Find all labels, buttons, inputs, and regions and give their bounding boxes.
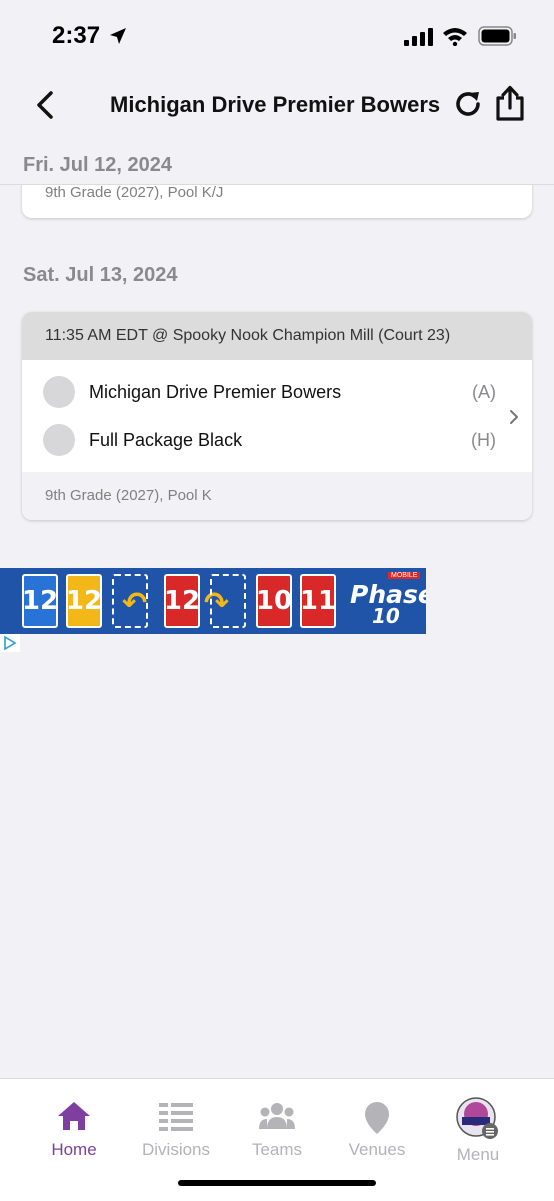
ad-card-tile: 12 (66, 574, 102, 628)
game-division-label: 9th Grade (2027), Pool K/J (45, 184, 224, 201)
refresh-button[interactable] (450, 86, 486, 122)
tab-menu[interactable]: Menu (428, 1079, 528, 1179)
refresh-icon (456, 92, 480, 116)
tab-label: Teams (251, 1140, 303, 1159)
share-button[interactable] (492, 84, 528, 122)
arrow-left-icon: ↶ (122, 586, 148, 621)
tab-label: Home (51, 1140, 97, 1159)
tab-label: Menu (456, 1145, 500, 1164)
adchoices-icon[interactable] (0, 634, 20, 652)
chevron-left-icon (37, 91, 53, 119)
ad-card-tile: 10 (256, 574, 292, 628)
home-indicator (178, 1180, 376, 1186)
date-heading: Fri. Jul 12, 2024 (23, 154, 172, 176)
share-icon (496, 85, 524, 121)
battery-icon (478, 26, 518, 51)
teams-icon (259, 1103, 295, 1129)
team-row-away: Michigan Drive Premier Bowers (A) (22, 368, 532, 416)
tab-label: Venues (348, 1140, 406, 1159)
ad-card-tile: 11 (300, 574, 336, 628)
sticky-date-header: Fri. Jul 12, 2024 (0, 138, 554, 185)
wifi-icon (442, 26, 468, 51)
status-bar: 2:37 (0, 0, 554, 72)
game-footer: 9th Grade (2027), Pool K (22, 472, 532, 520)
game-division-label: 9th Grade (2027), Pool K (45, 487, 212, 504)
date-heading: Sat. Jul 13, 2024 (23, 264, 178, 286)
team-name: Full Package Black (89, 430, 243, 450)
team-row-home: Full Package Black (H) (22, 416, 532, 464)
tab-venues[interactable]: Venues (327, 1079, 427, 1179)
ad-card-slot (210, 574, 246, 628)
showcase-logo-icon (456, 1097, 498, 1139)
home-icon (58, 1102, 90, 1130)
ad-brand-number: 10 (372, 604, 400, 628)
tab-label: Divisions (141, 1140, 211, 1159)
page-title: Michigan Drive Premier Bowers (110, 92, 441, 117)
game-time-venue: 11:35 AM EDT @ Spooky Nook Champion Mill… (45, 327, 451, 344)
team-side-label: (H) (471, 430, 496, 450)
game-time-venue-header: 11:35 AM EDT @ Spooky Nook Champion Mill… (22, 312, 532, 360)
cellular-signal-icon (404, 28, 434, 51)
team-name: Michigan Drive Premier Bowers (89, 382, 342, 402)
ad-brand-small: MOBILE (388, 572, 421, 579)
team-logo-placeholder (43, 376, 75, 408)
back-button[interactable] (30, 88, 60, 122)
tab-teams[interactable]: Teams (227, 1079, 327, 1179)
team-side-label: (A) (472, 382, 496, 402)
game-card[interactable]: 11:35 AM EDT @ Spooky Nook Champion Mill… (22, 312, 532, 520)
location-arrow-icon (108, 26, 128, 51)
tab-home[interactable]: Home (24, 1079, 124, 1179)
chevron-right-icon (508, 408, 520, 431)
ad-card-tile: 12 (22, 574, 58, 628)
team-logo-placeholder (43, 424, 75, 456)
venue-pin-icon (365, 1102, 389, 1134)
ad-banner[interactable]: 12 12 ↶ 12 ↷ 10 11 MOBILE Phase 10 (0, 568, 426, 634)
status-time: 2:37 (52, 22, 101, 49)
tab-divisions[interactable]: Divisions (126, 1079, 226, 1179)
divisions-icon (159, 1103, 193, 1131)
ad-card-tile: 12 (164, 574, 200, 628)
navigation-bar: Michigan Drive Premier Bowers (0, 72, 554, 138)
